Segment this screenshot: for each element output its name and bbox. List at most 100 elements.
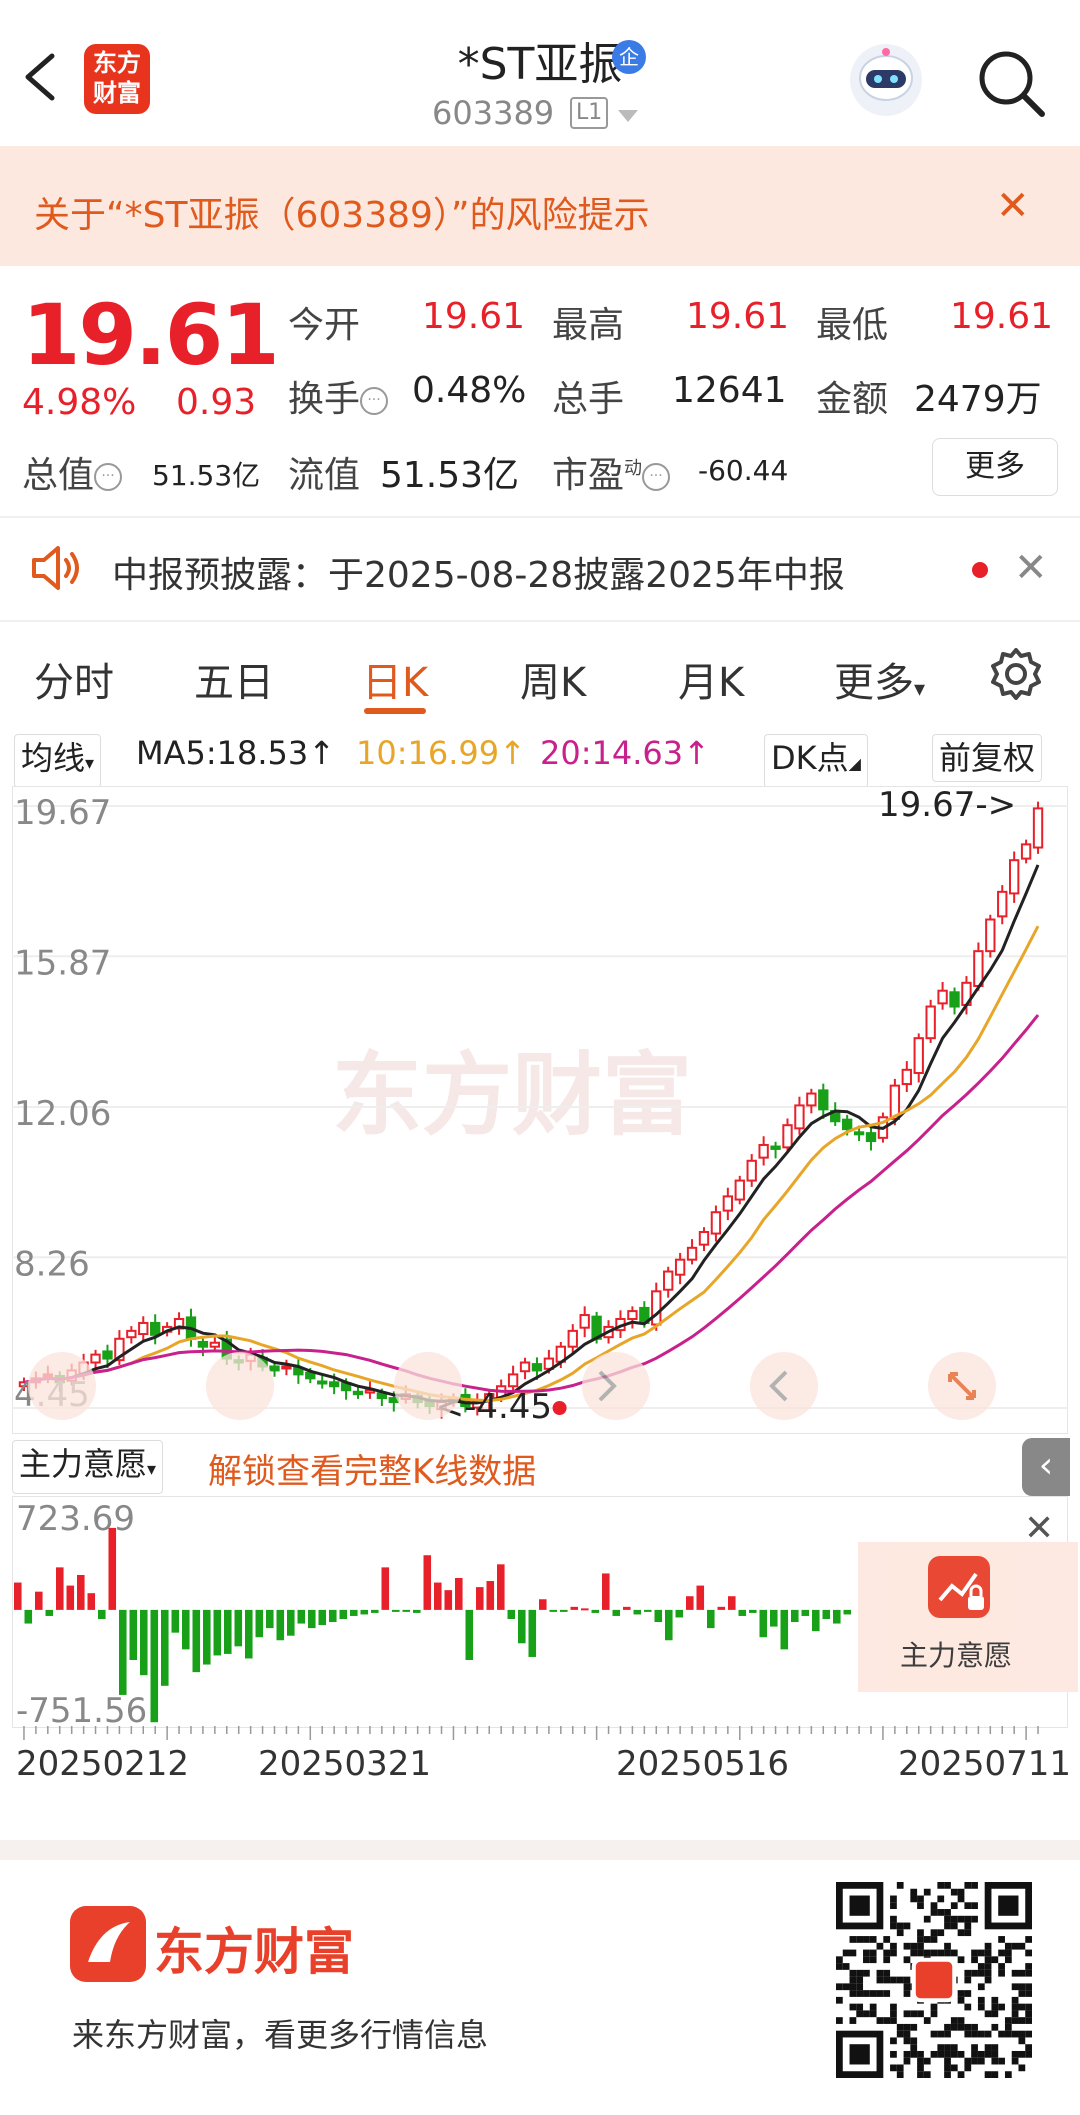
qr-module: [849, 1969, 857, 1977]
intent-bar: [801, 1609, 810, 1616]
collapse-arrow-icon[interactable]: ‹: [1022, 1438, 1070, 1496]
earnings-notice-text[interactable]: 中报预披露：于2025-08-28披露2025年中报: [112, 546, 845, 598]
ma10-value: 10:16.99↑: [356, 734, 526, 772]
qr-module: [1011, 1969, 1019, 1977]
main-intent-card[interactable]: 主力意愿: [858, 1542, 1078, 1692]
risk-warning-text[interactable]: 关于“*ST亚振（603389）”的风险提示: [34, 186, 650, 238]
qr-module: [896, 2023, 904, 2031]
qr-module: [1018, 1969, 1026, 1977]
intent-bar: [98, 1609, 106, 1619]
qr-module: [984, 1949, 992, 1957]
info-icon[interactable]: ···: [642, 463, 671, 491]
qr-module: [1004, 2030, 1012, 2038]
change-percent: 4.98%: [22, 382, 137, 423]
dk-point-selector[interactable]: DK点◢: [764, 734, 868, 788]
promo-slogan: 来东方财富，看更多行情信息: [72, 2016, 489, 2054]
candle-body: [1020, 843, 1032, 860]
qr-module: [944, 2030, 951, 2038]
qr-module: [1004, 2017, 1012, 2024]
qr-module: [903, 2010, 911, 2018]
qr-module: [883, 1936, 891, 1943]
qr-module: [896, 1976, 904, 1984]
qr-module: [910, 1942, 918, 1950]
level-dropdown-icon[interactable]: [618, 110, 638, 122]
info-icon[interactable]: ···: [94, 463, 123, 491]
qr-module: [984, 2050, 992, 2058]
more-quote-button[interactable]: 更多: [932, 438, 1058, 496]
intent-bar: [738, 1609, 747, 1616]
turnover-label-text: 换手: [288, 379, 361, 420]
close-icon[interactable]: ✕: [1014, 548, 1048, 588]
qr-module: [937, 1949, 945, 1957]
tab-weekly-k[interactable]: 周K: [520, 650, 586, 708]
level-badge[interactable]: L1: [570, 97, 609, 129]
qr-module: [977, 1963, 985, 1970]
qr-module: [1011, 2010, 1019, 2018]
qr-module: [910, 2023, 918, 2031]
qr-module: [991, 2071, 999, 2078]
intent-bar: [581, 1608, 589, 1611]
intent-bar: [654, 1609, 663, 1623]
qr-module: [849, 1949, 857, 1957]
back-arrow-icon[interactable]: [22, 52, 58, 102]
intent-bar: [287, 1609, 295, 1636]
assistant-robot-icon[interactable]: [846, 40, 926, 120]
tab-intraday[interactable]: 分时: [34, 650, 114, 708]
qr-module: [923, 1888, 931, 1896]
qr-module: [950, 1915, 958, 1923]
unlock-full-kline-link[interactable]: 解锁查看完整K线数据: [208, 1444, 536, 1493]
qr-module: [937, 2050, 945, 2058]
indicator-selector[interactable]: 均线▾: [14, 734, 102, 788]
qr-module: [971, 1956, 978, 1964]
intent-bar: [392, 1609, 400, 1612]
candlestick-chart[interactable]: 东方财富 19.6715.8712.068.264.45 19.67-> <-4…: [12, 786, 1068, 1434]
qr-module: [964, 1929, 972, 1937]
tab-more[interactable]: 更多▾: [834, 650, 925, 708]
candle-body: [138, 1321, 149, 1336]
candle-body: [782, 1124, 793, 1149]
qr-module: [842, 1983, 850, 1991]
qr-module: [977, 1983, 985, 1991]
info-icon[interactable]: ···: [360, 387, 389, 415]
eastmoney-logo[interactable]: 东方 财富: [84, 44, 150, 114]
tab-monthly-k[interactable]: 月K: [678, 650, 744, 708]
qr-module: [957, 2050, 965, 2058]
search-icon[interactable]: [976, 48, 1046, 118]
intent-bar: [56, 1567, 64, 1610]
qr-module: [930, 1949, 938, 1957]
qr-module: [944, 1942, 951, 1950]
candle-body: [317, 1380, 328, 1385]
close-icon[interactable]: ✕: [996, 186, 1030, 226]
qr-code[interactable]: [836, 1882, 1032, 2078]
ma20-value: 20:14.63↑: [540, 734, 710, 772]
intent-bar: [518, 1609, 526, 1644]
qr-module: [950, 1902, 958, 1910]
intent-bar: [329, 1609, 337, 1623]
intent-bar: [822, 1609, 831, 1619]
sub-indicator-selector[interactable]: 主力意愿▾: [12, 1440, 164, 1494]
qr-module: [971, 1902, 978, 1910]
candle-body: [913, 1037, 924, 1074]
qr-module: [944, 2064, 951, 2072]
qr-module: [1025, 2050, 1032, 2058]
intent-bar: [381, 1567, 390, 1610]
qr-module: [944, 1909, 951, 1916]
tab-daily-k[interactable]: 日K: [362, 650, 428, 708]
qr-module: [957, 2071, 965, 2078]
qr-module: [1011, 1942, 1019, 1950]
current-price: 19.61: [22, 286, 280, 384]
qr-module: [910, 1895, 918, 1903]
qr-module: [977, 1996, 985, 2004]
low-label: 最低: [816, 305, 889, 346]
adjust-selector[interactable]: 前复权: [932, 734, 1043, 782]
close-icon[interactable]: ✕: [1024, 1508, 1054, 1549]
qr-module: [998, 1969, 1005, 1977]
tab-five-day[interactable]: 五日: [194, 650, 274, 708]
qr-module: [964, 1902, 972, 1910]
qr-module: [964, 1922, 972, 1930]
intent-bar: [444, 1590, 453, 1610]
candle-body: [281, 1365, 292, 1370]
gear-icon[interactable]: [988, 646, 1044, 702]
qr-module: [883, 1990, 891, 1997]
qr-module: [937, 1909, 945, 1916]
